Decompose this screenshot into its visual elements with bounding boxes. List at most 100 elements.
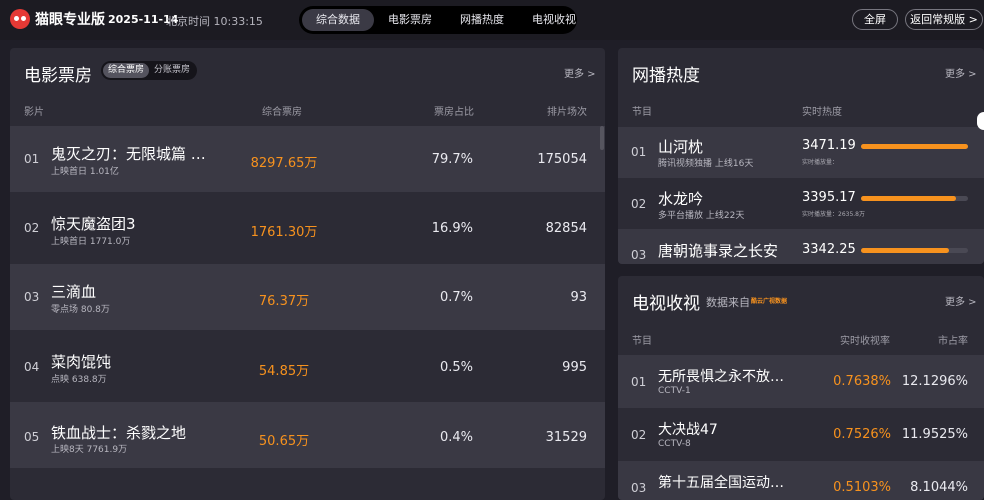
tv-program-title: 大决战47: [658, 422, 718, 438]
heat-bar-fill: [861, 144, 968, 149]
tv-more-link[interactable]: 更多 >: [945, 293, 977, 308]
movie-shows: 31529: [545, 430, 587, 445]
side-handle[interactable]: [977, 112, 984, 130]
tab-box-office[interactable]: 电影票房: [374, 9, 446, 31]
back-to-classic-button[interactable]: 返回常规版 >: [905, 9, 983, 30]
fullscreen-button[interactable]: 全屏: [852, 9, 898, 30]
movie-shows: 995: [562, 360, 587, 375]
box-office-scrollbar[interactable]: [600, 126, 604, 150]
tv-ratings-panel: 电视收视 数据来自 酷云广视数据 更多 > 节目 实时收视率 市占率 01 无所…: [618, 276, 984, 500]
col-shows: 排片场次: [547, 107, 587, 118]
movie-sub: 上映8天 7761.9万: [51, 445, 128, 455]
movie-ratio: 16.9%: [431, 221, 473, 236]
col-realtime-rating: 实时收视率: [840, 336, 890, 347]
tv-rating: 0.7638%: [833, 374, 891, 389]
heat-bar-fill: [861, 248, 949, 253]
brand-logo[interactable]: 猫眼专业版: [10, 9, 105, 29]
tv-rank: 03: [631, 481, 647, 495]
web-heat-title: 网播热度: [632, 66, 700, 86]
toggle-combined-gross[interactable]: 综合票房: [103, 63, 150, 78]
heat-bar: [861, 248, 968, 253]
tv-source-badge: 酷云广视数据: [751, 298, 788, 305]
movie-rank: 05: [24, 430, 40, 444]
cat-eye-logo-icon: [10, 9, 30, 29]
program-play-count: 实时播放量：: [802, 159, 839, 166]
movie-ratio: 0.4%: [439, 430, 473, 445]
program-sub: 多平台播放 上线22天: [658, 211, 745, 221]
web-heat-panel: 网播热度 更多 > 节目 实时热度 01 山河枕 腾讯视频独播 上线16天 34…: [618, 48, 984, 264]
col-film: 影片: [24, 107, 44, 118]
heat-bar: [861, 144, 968, 149]
box-office-panel: 电影票房 综合票房 分账票房 更多 > 影片 综合票房 票房占比 排片场次 01…: [10, 48, 605, 500]
movie-row[interactable]: 01 鬼灭之刃：无限城篇 … 上映首日 1.01亿 8297.65万 79.7%…: [10, 126, 605, 192]
program-rank: 01: [631, 145, 647, 159]
movie-ratio: 0.5%: [439, 360, 473, 375]
heat-bar-fill: [861, 196, 957, 201]
tv-row[interactable]: 03 第十五届全国运动… 0.5103% 8.1044%: [618, 461, 984, 500]
movie-sub: 点映 638.8万: [51, 375, 107, 385]
movie-sub: 零点场 80.8万: [51, 305, 110, 315]
tv-share: 11.9525%: [901, 427, 968, 442]
tv-share: 8.1044%: [910, 480, 968, 495]
program-heat-value: 3342.25: [802, 242, 856, 257]
top-bar: 猫眼专业版 2025-11-14 北京时间 10:33:15 综合数据 电影票房…: [0, 0, 984, 40]
tv-rank: 01: [631, 375, 647, 389]
tab-web-heat[interactable]: 网播热度: [446, 9, 518, 31]
program-row[interactable]: 01 山河枕 腾讯视频独播 上线16天 3471.19 实时播放量：: [618, 127, 984, 178]
movie-sub: 上映首日 1.01亿: [51, 167, 119, 177]
tv-row[interactable]: 02 大决战47 CCTV-8 0.7526% 11.9525%: [618, 408, 984, 461]
tv-rating: 0.7526%: [833, 427, 891, 442]
movie-ratio: 79.7%: [431, 152, 473, 167]
program-heat-value: 3395.17: [802, 190, 856, 205]
tab-tv-ratings[interactable]: 电视收视: [518, 9, 590, 31]
box-office-type-toggle: 综合票房 分账票房: [101, 61, 198, 80]
program-heat-value: 3471.19: [802, 138, 856, 153]
tv-channel: CCTV-1: [658, 386, 691, 396]
movie-gross: 1761.30万: [250, 225, 318, 240]
tv-data-source: 数据来自: [706, 296, 750, 309]
movie-title: 菜肉馄饨: [51, 353, 112, 371]
heat-bar: [861, 196, 968, 201]
movie-row[interactable]: 03 三滴血 零点场 80.8万 76.37万 0.7% 93: [10, 264, 605, 330]
col-gross: 综合票房: [262, 107, 302, 118]
movie-rank: 03: [24, 290, 40, 304]
movie-shows: 82854: [545, 221, 587, 236]
movie-gross: 54.85万: [258, 364, 310, 379]
col-program: 节目: [632, 336, 652, 347]
program-rank: 02: [631, 197, 647, 211]
tv-row[interactable]: 01 无所畏惧之永不放… CCTV-1 0.7638% 12.1296%: [618, 355, 984, 408]
program-row[interactable]: 02 水龙吟 多平台播放 上线22天 3395.17 实时播放量：2635.8万: [618, 178, 984, 229]
tv-rank: 02: [631, 428, 647, 442]
program-play-count: 实时播放量：2635.8万: [802, 211, 865, 218]
col-realtime-heat: 实时热度: [802, 107, 842, 118]
col-ratio: 票房占比: [434, 107, 474, 118]
program-sub: 腾讯视频独播 上线16天: [658, 159, 754, 169]
tv-rating: 0.5103%: [833, 480, 891, 495]
col-market-share: 市占率: [938, 336, 968, 347]
program-row[interactable]: 03 唐朝诡事录之长安 3342.25: [618, 229, 984, 264]
program-title: 唐朝诡事录之长安: [658, 242, 779, 260]
beijing-clock: 北京时间 10:33:15: [166, 15, 263, 28]
tv-program-title: 第十五届全国运动…: [658, 475, 784, 491]
movie-row[interactable]: 02 惊天魔盗团3 上映首日 1771.0万 1761.30万 16.9% 82…: [10, 196, 605, 262]
movie-gross: 76.37万: [258, 294, 310, 309]
tv-title: 电视收视: [632, 294, 700, 314]
movie-title: 铁血战士：杀戮之地: [51, 424, 187, 442]
tv-program-title: 无所畏惧之永不放…: [658, 369, 784, 385]
movie-row[interactable]: 04 菜肉馄饨 点映 638.8万 54.85万 0.5% 995: [10, 334, 605, 400]
movie-sub: 上映首日 1771.0万: [51, 237, 131, 247]
program-title: 水龙吟: [658, 190, 704, 208]
col-program: 节目: [632, 107, 652, 118]
program-title: 山河枕: [658, 138, 704, 156]
movie-shows: 93: [570, 290, 587, 305]
toggle-split-gross[interactable]: 分账票房: [149, 63, 195, 78]
movie-title: 惊天魔盗团3: [51, 215, 136, 233]
movie-shows: 175054: [537, 152, 587, 167]
web-heat-more-link[interactable]: 更多 >: [945, 65, 977, 80]
movie-rank: 04: [24, 360, 40, 374]
box-office-more-link[interactable]: 更多 >: [564, 65, 596, 80]
movie-title: 鬼灭之刃：无限城篇 …: [51, 145, 206, 163]
tab-overview[interactable]: 综合数据: [302, 9, 374, 31]
movie-row[interactable]: 05 铁血战士：杀戮之地 上映8天 7761.9万 50.65万 0.4% 31…: [10, 402, 605, 468]
movie-rank: 01: [24, 152, 40, 166]
